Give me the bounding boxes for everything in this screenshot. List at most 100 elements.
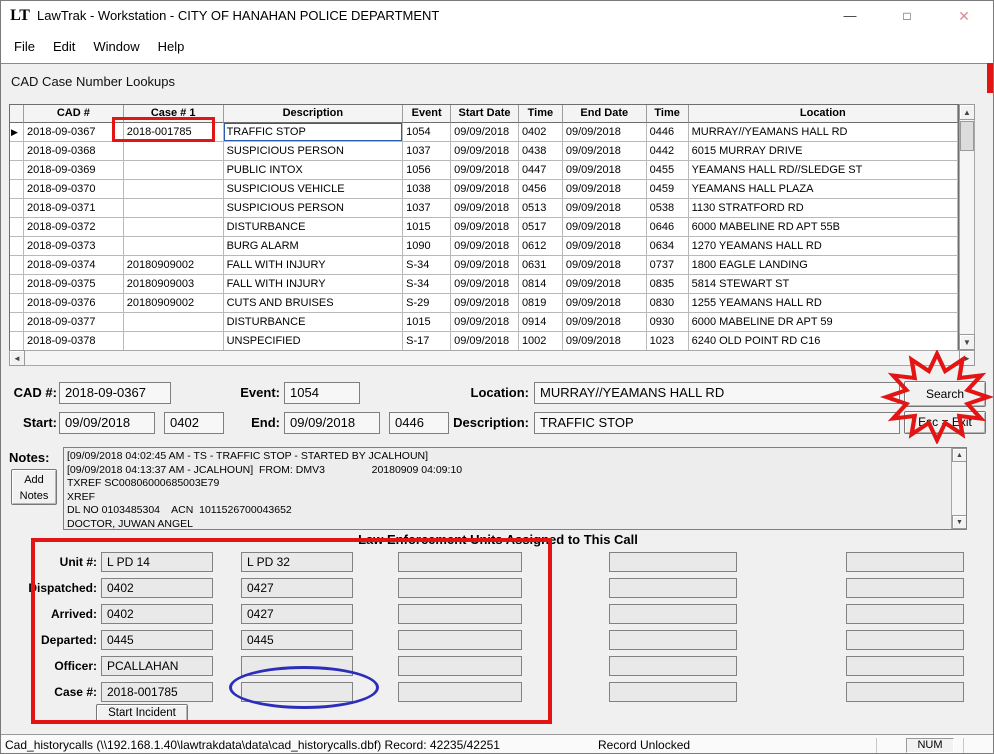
unit-field[interactable] — [398, 682, 522, 702]
unit-field[interactable] — [846, 630, 964, 650]
unit-field[interactable] — [609, 656, 737, 676]
table-cell[interactable] — [123, 218, 224, 237]
unit-field[interactable] — [846, 656, 964, 676]
unit-field[interactable] — [846, 604, 964, 624]
notes-scroll-down-icon[interactable]: ▼ — [952, 515, 966, 529]
table-cell[interactable] — [123, 199, 224, 218]
event-field[interactable]: 1054 — [284, 382, 360, 404]
column-header[interactable]: Case # 1 — [123, 105, 224, 123]
table-cell[interactable]: 1037 — [403, 199, 452, 218]
table-horizontal-scrollbar[interactable]: ◄ ► — [9, 350, 975, 366]
table-cell[interactable]: 1015 — [403, 313, 452, 332]
exit-button[interactable]: Esc = Exit — [904, 411, 986, 434]
unit-field[interactable] — [398, 578, 522, 598]
unit-field[interactable] — [398, 630, 522, 650]
table-cell[interactable]: 1015 — [403, 218, 452, 237]
unit-field[interactable] — [609, 604, 737, 624]
notes-scroll-up-icon[interactable]: ▲ — [952, 448, 966, 462]
table-vertical-scrollbar[interactable]: ▲ ▼ — [959, 104, 975, 350]
unit-field[interactable] — [398, 604, 522, 624]
notes-scrollbar[interactable]: ▲ ▼ — [951, 448, 966, 529]
table-cell[interactable]: 09/09/2018 — [562, 313, 647, 332]
table-cell[interactable]: 0612 — [518, 237, 563, 256]
table-cell[interactable]: 09/09/2018 — [451, 275, 519, 294]
table-cell[interactable]: 0634 — [646, 237, 689, 256]
description-field[interactable]: TRAFFIC STOP — [534, 412, 900, 434]
table-cell[interactable]: 2018-09-0376 — [23, 294, 124, 313]
end-time-field[interactable]: 0446 — [389, 412, 449, 434]
table-cell[interactable] — [123, 237, 224, 256]
table-cell[interactable]: 1037 — [403, 142, 452, 161]
table-cell[interactable]: 20180909002 — [123, 256, 224, 275]
table-cell[interactable]: 09/09/2018 — [562, 218, 647, 237]
table-cell[interactable]: 0631 — [518, 256, 563, 275]
table-cell[interactable]: 5814 STEWART ST — [688, 275, 959, 294]
table-cell[interactable]: 0402 — [518, 123, 563, 142]
table-cell[interactable]: 1054 — [403, 123, 452, 142]
table-cell[interactable]: BURG ALARM — [223, 237, 404, 256]
unit-field[interactable] — [241, 682, 353, 702]
close-button[interactable]: ✕ — [941, 1, 987, 31]
table-cell[interactable]: 2018-09-0375 — [23, 275, 124, 294]
table-cell[interactable]: 09/09/2018 — [562, 237, 647, 256]
table-row[interactable]: 2018-09-0375 20180909003 FALL WITH INJURY S… — [10, 275, 959, 294]
table-cell[interactable]: FALL WITH INJURY — [223, 256, 404, 275]
table-cell[interactable]: 09/09/2018 — [451, 123, 519, 142]
column-header[interactable]: Start Date — [451, 105, 519, 123]
table-cell[interactable]: UNSPECIFIED — [223, 332, 404, 351]
table-cell[interactable]: YEAMANS HALL RD//SLEDGE ST — [688, 161, 959, 180]
table-cell[interactable]: 1056 — [403, 161, 452, 180]
menu-edit[interactable]: Edit — [44, 31, 84, 63]
table-cell[interactable]: 09/09/2018 — [562, 161, 647, 180]
table-cell[interactable]: 0930 — [646, 313, 689, 332]
table-cell[interactable]: S-29 — [403, 294, 452, 313]
unit-field[interactable] — [241, 656, 353, 676]
table-cell[interactable]: FALL WITH INJURY — [223, 275, 404, 294]
start-date-field[interactable]: 09/09/2018 — [59, 412, 155, 434]
column-header[interactable]: CAD # — [23, 105, 124, 123]
table-cell[interactable]: SUSPICIOUS PERSON — [223, 142, 404, 161]
cad-number-field[interactable]: 2018-09-0367 — [59, 382, 171, 404]
unit-field[interactable] — [609, 552, 737, 572]
table-cell[interactable]: 09/09/2018 — [562, 275, 647, 294]
menu-help[interactable]: Help — [149, 31, 194, 63]
table-row[interactable]: 2018-09-0369 PUBLIC INTOX 1056 09/09/2018 04… — [10, 161, 959, 180]
table-row[interactable]: ▶ 2018-09-0367 2018-001785 TRAFFIC STOP 1054… — [10, 123, 959, 142]
table-cell[interactable]: 2018-09-0374 — [23, 256, 124, 275]
table-cell[interactable]: 2018-09-0373 — [23, 237, 124, 256]
table-cell[interactable]: 6015 MURRAY DRIVE — [688, 142, 959, 161]
table-cell[interactable]: 2018-09-0368 — [23, 142, 124, 161]
table-cell[interactable]: 6000 MABELINE RD APT 55B — [688, 218, 959, 237]
table-cell[interactable]: MURRAY//YEAMANS HALL RD — [688, 123, 959, 142]
scroll-down-icon[interactable]: ▼ — [959, 334, 975, 350]
table-cell[interactable]: 1090 — [403, 237, 452, 256]
table-row[interactable]: 2018-09-0377 DISTURBANCE 1015 09/09/2018 091… — [10, 313, 959, 332]
table-cell[interactable]: 09/09/2018 — [451, 142, 519, 161]
table-cell[interactable]: TRAFFIC STOP — [223, 123, 404, 142]
table-cell[interactable]: 09/09/2018 — [451, 218, 519, 237]
table-cell[interactable]: SUSPICIOUS PERSON — [223, 199, 404, 218]
table-cell[interactable]: PUBLIC INTOX — [223, 161, 404, 180]
menu-window[interactable]: Window — [84, 31, 148, 63]
table-cell[interactable]: 2018-09-0369 — [23, 161, 124, 180]
column-header[interactable]: Location — [688, 105, 959, 123]
unit-field[interactable] — [398, 656, 522, 676]
table-cell[interactable] — [123, 180, 224, 199]
location-field[interactable]: MURRAY//YEAMANS HALL RD — [534, 382, 900, 404]
table-cell[interactable]: 2018-001785 — [123, 123, 224, 142]
table-cell[interactable]: 0446 — [646, 123, 689, 142]
unit-field[interactable] — [846, 552, 964, 572]
table-cell[interactable]: 09/09/2018 — [451, 294, 519, 313]
table-cell[interactable]: DISTURBANCE — [223, 313, 404, 332]
end-date-field[interactable]: 09/09/2018 — [284, 412, 380, 434]
search-button[interactable]: Search — [904, 381, 986, 407]
table-cell[interactable]: S-34 — [403, 256, 452, 275]
table-cell[interactable]: 09/09/2018 — [562, 142, 647, 161]
table-row[interactable]: 2018-09-0371 SUSPICIOUS PERSON 1037 09/09/2… — [10, 199, 959, 218]
table-row[interactable]: 2018-09-0370 SUSPICIOUS VEHICLE 1038 09/09/… — [10, 180, 959, 199]
table-cell[interactable]: 0456 — [518, 180, 563, 199]
table-cell[interactable]: 09/09/2018 — [562, 123, 647, 142]
table-cell[interactable]: 09/09/2018 — [451, 237, 519, 256]
table-row[interactable]: 2018-09-0376 20180909002 CUTS AND BRUISES S… — [10, 294, 959, 313]
unit-field[interactable]: L PD 32 — [241, 552, 353, 572]
